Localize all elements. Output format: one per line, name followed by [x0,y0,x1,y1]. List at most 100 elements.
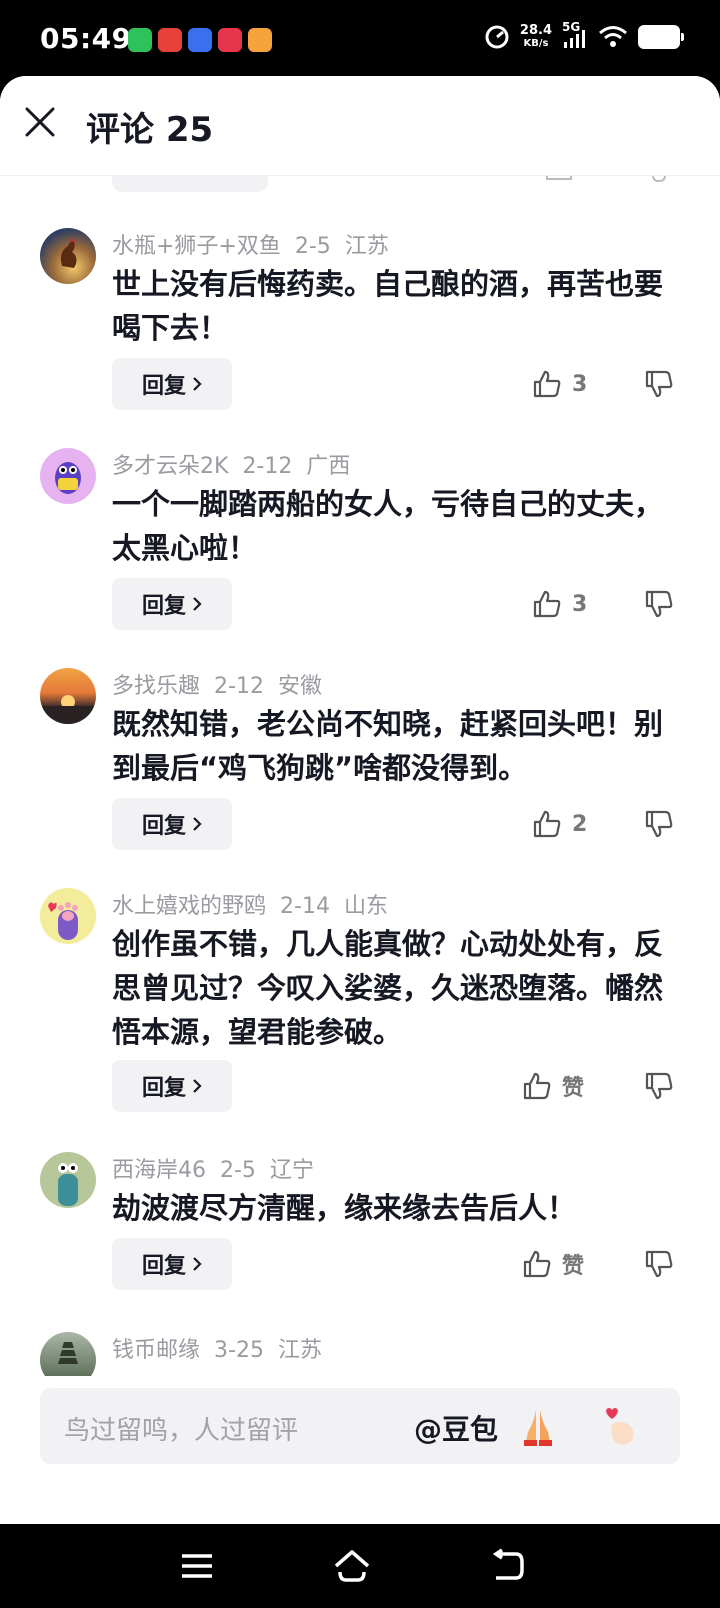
back-nav-button[interactable] [488,1548,528,1584]
reply-button[interactable]: 回复 [112,358,232,410]
reply-button[interactable]: 回复 [112,798,232,850]
reply-label: 回复 [141,1254,186,1279]
thumbs-down-icon [645,1072,673,1100]
chevron-right-icon [193,1079,202,1093]
comment-location: 山东 [343,894,388,919]
sheet-header: 评论 25 [0,76,720,176]
comment-location: 江苏 [344,234,389,259]
close-button[interactable] [22,104,58,140]
thumbs-up-icon [533,810,561,838]
comment-input-area: 鸟过留鸣，人过留评 @豆包 [0,1376,720,1524]
comment-username[interactable]: 钱币邮缘 [112,1338,200,1363]
like-count: 3 [572,591,588,617]
chevron-right-icon [193,377,202,391]
dislike-button[interactable] [644,578,680,630]
avatar[interactable] [40,888,96,944]
baidu-icon [188,28,212,52]
comment-meta: 钱币邮缘 3-25 江苏 [112,1332,336,1364]
comment-location: 广西 [306,454,351,479]
thumbs-up-icon [533,370,561,398]
network-speed: 28.4 KB/s [519,23,552,49]
reply-label: 回复 [141,1076,186,1101]
toutiao-icon [158,28,182,52]
reply-button[interactable]: 回复 [112,578,232,630]
thumbs-down-icon [645,810,673,838]
comment-username[interactable]: 多找乐趣 [112,674,200,699]
mention-button[interactable]: @豆包 [414,1408,498,1448]
comment-username[interactable]: 西海岸46 [112,1158,206,1183]
finger-heart-icon [606,1408,634,1445]
home-icon [334,1550,370,1582]
thumbs-down-icon [645,370,673,398]
cartoon-character-icon [58,1163,78,1206]
system-nav-bar [0,1524,720,1608]
like-button[interactable]: 赞 [522,1060,584,1112]
comment-meta: 水上嬉戏的野鸥 2-14 山东 [112,888,402,920]
comment-date: 2-12 [242,454,293,479]
dislike-button[interactable] [644,798,680,850]
dislike-button[interactable] [644,1060,680,1112]
chevron-right-icon [193,597,202,611]
menu-nav-button[interactable] [178,1548,218,1584]
status-bar: 05:49 28.4 KB/s 5G [0,0,720,80]
thumbs-up-icon [523,1072,551,1100]
praying-hands-icon [524,1410,552,1446]
pray-emoji-button[interactable] [514,1402,562,1450]
comment-text[interactable]: 世上没有后悔药卖。自己酿的酒，再苦也要喝下去！ [112,262,682,350]
like-button[interactable]: 赞 [522,1238,584,1290]
avatar[interactable] [40,668,96,724]
app-red-icon [218,28,242,52]
status-right: 28.4 KB/s 5G [484,20,684,50]
comment-date: 2-5 [294,234,331,259]
comment-meta: 西海岸46 2-5 辽宁 [112,1152,328,1184]
close-icon [25,107,55,137]
thumbs-up-icon [523,1250,551,1278]
comment-input[interactable]: 鸟过留鸣，人过留评 @豆包 [40,1388,680,1464]
comment-date: 2-14 [280,894,330,919]
dislike-button[interactable] [644,358,680,410]
rooster-icon [60,238,77,268]
cat-paw-icon [48,902,78,940]
like-label: 赞 [562,1076,585,1101]
reply-button[interactable]: 回复 [112,1238,232,1290]
comment-location: 辽宁 [269,1158,314,1183]
wifi-icon [599,26,627,47]
speedometer-icon [485,25,509,49]
app-orange-icon [248,28,272,52]
menu-icon [182,1554,212,1578]
comment-meta: 多找乐趣 2-12 安徽 [112,668,336,700]
comment-text[interactable]: 既然知错，老公尚不知晓，赶紧回头吧！别到最后“鸡飞狗跳”啥都没得到。 [112,702,682,790]
comment-meta: 水瓶+狮子+双鱼 2-5 江苏 [112,228,403,260]
comment-text[interactable]: 创作虽不错，几人能真做？心动处处有，反思曾见过？今叹入娑婆，久迷恐堕落。幡然悟本… [112,922,682,1054]
dislike-button[interactable] [644,1238,680,1290]
battery-icon [638,25,684,49]
comment-date: 2-5 [220,1158,256,1183]
comment-username[interactable]: 多才云朵2K [112,454,228,479]
like-label: 赞 [562,1254,585,1279]
like-count: 3 [572,371,588,397]
reply-button[interactable]: 回复 [112,1060,232,1112]
like-button[interactable]: 3 [532,358,587,410]
signal-icon: 5G [562,20,588,50]
comment-location: 安徽 [277,674,322,699]
comment-username[interactable]: 水瓶+狮子+双鱼 [112,234,281,259]
like-count: 2 [572,811,588,837]
finger-heart-emoji-button[interactable] [596,1402,644,1450]
reply-label: 回复 [141,374,186,399]
comment-text[interactable]: 劫波渡尽方清醒，缘来缘去告后人！ [112,1186,682,1230]
avatar[interactable] [40,228,96,284]
comment-input-placeholder: 鸟过留鸣，人过留评 [64,1416,299,1446]
like-button[interactable]: 2 [532,798,587,850]
comments-sheet: 评论 25 水瓶+狮子+双鱼 2-5 江苏 世上没有后悔药卖。自己酿的酒，再苦也要喝… [0,76,720,1524]
reply-label: 回复 [141,814,186,839]
comment-list[interactable]: 水瓶+狮子+双鱼 2-5 江苏 世上没有后悔药卖。自己酿的酒，再苦也要喝下去！ 回复… [0,76,720,1476]
like-button[interactable]: 3 [532,578,587,630]
thumbs-down-icon [645,1250,673,1278]
reply-label: 回复 [141,594,186,619]
comment-location: 江苏 [277,1338,322,1363]
comment-username[interactable]: 水上嬉戏的野鸥 [112,894,266,919]
home-nav-button[interactable] [332,1548,372,1584]
comment-text[interactable]: 一个一脚踏两船的女人，亏待自己的丈夫，太黑心啦！ [112,482,682,570]
avatar[interactable] [40,448,96,504]
avatar[interactable] [40,1152,96,1208]
